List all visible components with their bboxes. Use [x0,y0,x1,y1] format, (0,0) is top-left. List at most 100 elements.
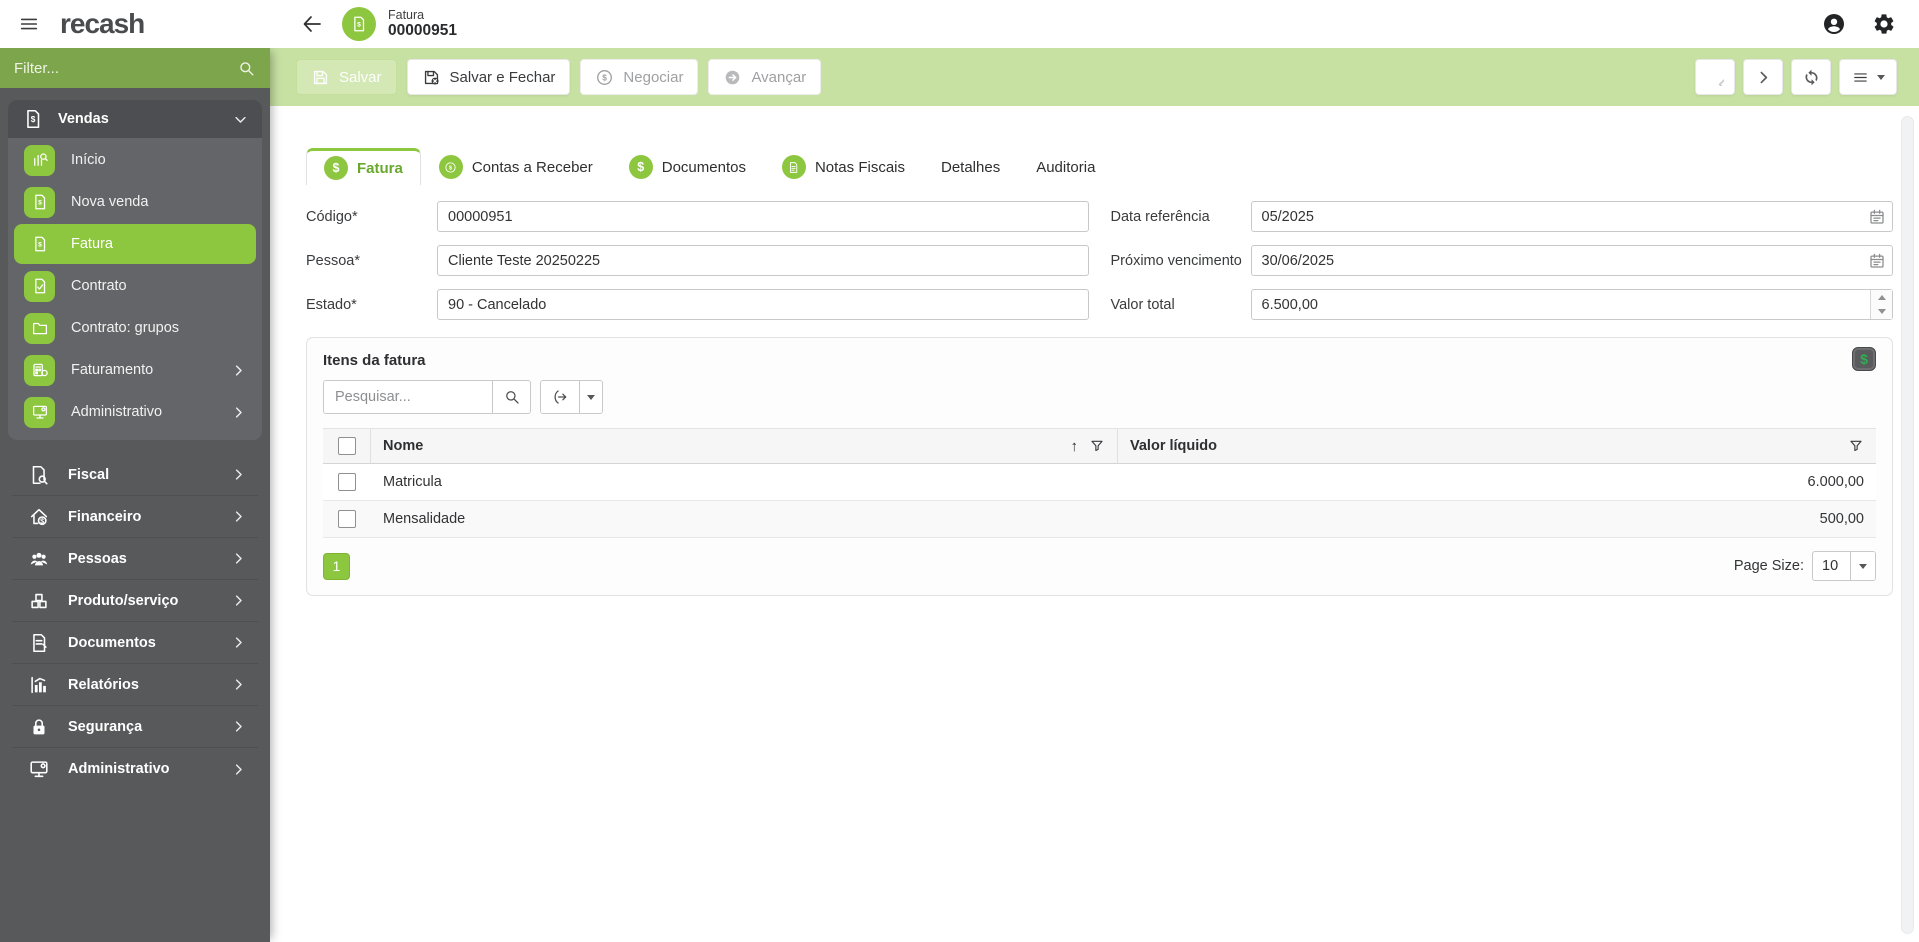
chevron-right-icon [231,762,246,777]
sidebar-item-financeiro[interactable]: Financeiro [12,496,258,538]
spinner-down-button[interactable] [1871,305,1892,320]
settings-button[interactable] [1871,11,1897,37]
item-value: 500,00 [1820,511,1864,527]
sidebar-item-contrato-grupos[interactable]: Contrato: grupos [14,308,256,348]
topbar-right [1821,11,1919,37]
sidebar-item-documentos[interactable]: Documentos [12,622,258,664]
sidebar-filter-search-button[interactable] [237,59,256,78]
sidebar-item-pessoas[interactable]: Pessoas [12,538,258,580]
sidebar-item-label: Contrato [71,278,127,294]
sidebar-item-produto-servico[interactable]: Produto/serviço [12,580,258,622]
nome-filter-button[interactable] [1089,438,1105,454]
sidebar-item-label: Faturamento [71,362,153,378]
sidebar-item-administrativo[interactable]: Administrativo [12,748,258,790]
sidebar-item-fatura[interactable]: Fatura [14,224,256,264]
table-row-matricula[interactable]: Matricula 6.000,00 [323,464,1876,501]
table-row-mensalidade[interactable]: Mensalidade 500,00 [323,501,1876,538]
money-action-button[interactable]: $ [1852,347,1876,371]
sidebar-item-fiscal[interactable]: Fiscal [12,454,258,496]
hamburger-icon [18,13,40,35]
back-button[interactable] [296,8,328,40]
funnel-icon [1848,438,1864,454]
chevron-right-icon [231,551,246,566]
chevron-right-icon [231,509,246,524]
sidebar-item-label: Administrativo [68,761,170,777]
sidebar-filter-input[interactable] [14,60,237,77]
record-titles: Fatura 00000951 [388,8,457,40]
row-checkbox-cell [323,464,371,500]
sidebar-item-contrato[interactable]: Contrato [14,266,256,306]
spinner-up-button[interactable] [1871,290,1892,305]
estado-input[interactable] [437,289,1089,320]
sidebar-item-label: Segurança [68,719,142,735]
vertical-scrollbar[interactable] [1901,116,1914,934]
export-options-button[interactable] [579,381,602,413]
tab-auditoria[interactable]: Auditoria [1018,148,1113,185]
proximo-vencimento-input[interactable] [1251,245,1894,276]
data-referencia-input[interactable] [1251,201,1894,232]
reports-chart-icon [24,674,54,696]
sidebar-item-faturamento[interactable]: Faturamento [14,350,256,390]
main-area: Salvar Salvar e Fechar Negociar Avançar [270,48,1919,942]
content-area: $ Fatura Contas a Receber $ Documentos N… [270,106,1919,596]
chevron-right-icon [231,363,246,378]
caret-down-icon [1877,75,1885,80]
refresh-button[interactable] [1791,59,1831,95]
calendar-icon[interactable] [1868,208,1886,226]
export-icon [551,388,569,406]
valor-total-input[interactable] [1251,289,1894,320]
sidebar-item-nova-venda[interactable]: Nova venda [14,182,256,222]
nome-column-header: Nome [383,438,423,454]
tab-label: Contas a Receber [472,159,593,176]
advance-button[interactable]: Avançar [708,59,821,95]
tab-contas-a-receber[interactable]: Contas a Receber [421,148,611,185]
hamburger-menu-button[interactable] [12,7,46,41]
sidebar-item-inicio[interactable]: Início [14,140,256,180]
tab-detalhes[interactable]: Detalhes [923,148,1018,185]
save-and-close-button[interactable]: Salvar e Fechar [407,59,571,95]
arrow-circle-icon [723,68,742,87]
search-icon [503,388,521,406]
monitor-icon [24,397,55,428]
codigo-input[interactable] [437,201,1089,232]
items-search-input[interactable] [324,381,492,413]
previous-record-button[interactable] [1695,59,1735,95]
tab-fatura[interactable]: $ Fatura [306,148,421,185]
item-name: Matricula [383,474,442,490]
page-size-select[interactable]: 10 [1812,551,1876,581]
sidebar-item-relatorios[interactable]: Relatórios [12,664,258,706]
export-button[interactable] [541,381,579,413]
sidebar-item-label: Produto/serviço [68,593,178,609]
row-checkbox[interactable] [338,473,356,491]
pessoa-input[interactable] [437,245,1089,276]
row-checkbox[interactable] [338,510,356,528]
negotiate-button[interactable]: Negociar [580,59,698,95]
tab-label: Detalhes [941,159,1000,176]
page-size-dropdown-button[interactable] [1850,552,1875,580]
more-actions-button[interactable] [1839,59,1897,95]
data-referencia-label: Data referência [1111,209,1251,225]
calendar-icon[interactable] [1868,252,1886,270]
header-valor-cell: Valor líquido [1118,429,1876,463]
valor-filter-button[interactable] [1848,438,1864,454]
tab-label: Notas Fiscais [815,159,905,176]
sort-ascending-icon[interactable]: ↑ [1071,439,1079,454]
next-record-button[interactable] [1743,59,1783,95]
finance-icon [24,506,54,528]
page-1-button[interactable]: 1 [323,553,350,580]
sidebar-item-administrativo-vendas[interactable]: Administrativo [14,392,256,432]
top-bar: recash Fatura 00000951 [0,0,1919,48]
invoice-icon [24,229,55,260]
save-button[interactable]: Salvar [296,59,397,95]
contract-icon [24,271,55,302]
sidebar-group-header-vendas[interactable]: Vendas [8,100,262,138]
tab-documentos[interactable]: $ Documentos [611,148,764,185]
field-codigo: Código* [306,201,1089,232]
sidebar-item-seguranca[interactable]: Segurança [12,706,258,748]
field-pessoa: Pessoa* [306,245,1089,276]
items-search-button[interactable] [492,381,530,413]
tab-label: Documentos [662,159,746,176]
select-all-checkbox[interactable] [338,437,356,455]
tab-notas-fiscais[interactable]: Notas Fiscais [764,148,923,185]
user-account-button[interactable] [1821,11,1847,37]
